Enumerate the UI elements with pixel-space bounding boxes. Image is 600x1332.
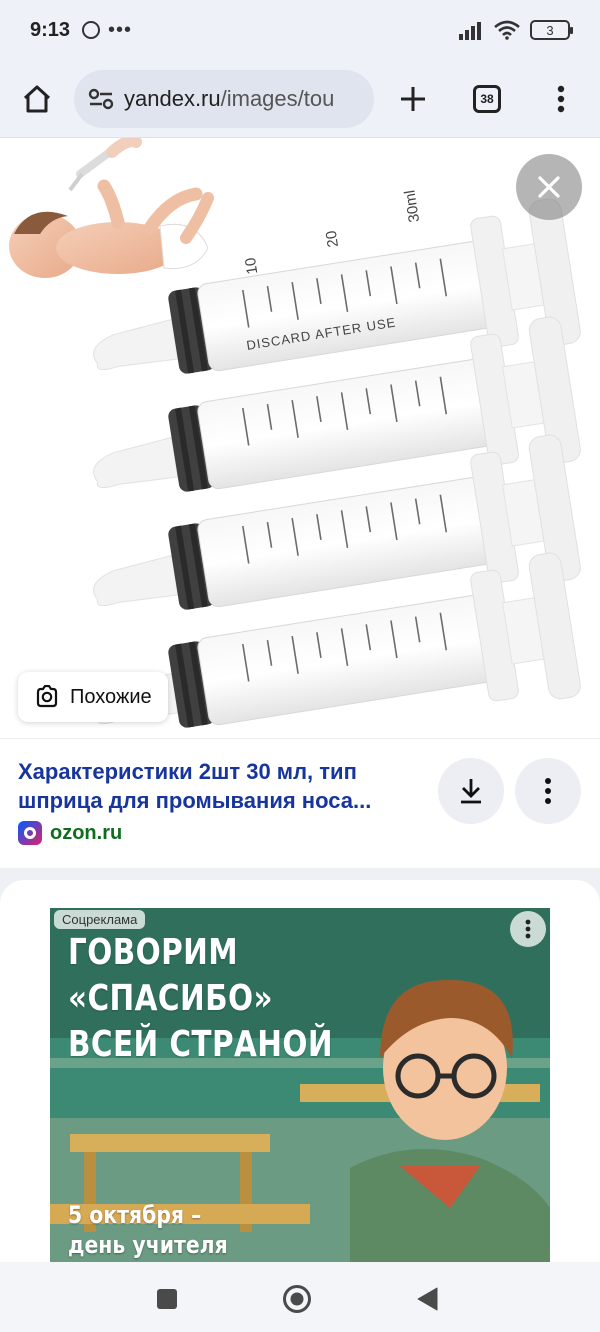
syringe-mark-30: 30ml (401, 189, 423, 224)
status-right: 3 (458, 20, 573, 40)
wifi-icon (494, 20, 520, 40)
close-icon (538, 176, 560, 198)
home-button[interactable] (12, 74, 62, 124)
kebab-menu-icon (525, 919, 531, 939)
address-bar[interactable]: yandex.ru/images/tou (74, 69, 374, 128)
social-ad-badge: Соцреклама (54, 910, 146, 929)
status-time: 9:13 (30, 18, 71, 41)
ad-headline-line1: ГОВОРИМ «СПАСИБО» (68, 932, 274, 1019)
recents-button[interactable] (152, 1284, 182, 1314)
image-viewer[interactable]: 10 20 30ml DISCARD AFTER USE Похожие (0, 138, 600, 738)
url-host: yandex.ru (124, 85, 221, 111)
browser-toolbar: yandex.ru/images/tou 38 (0, 60, 600, 138)
status-bar: 9:13 ••• 3 (0, 0, 600, 60)
url-text: yandex.ru/images/tou (124, 86, 334, 112)
ad-headline: ГОВОРИМ «СПАСИБО» ВСЕЙ СТРАНОЙ (68, 930, 453, 1068)
similar-images-label: Похожие (70, 685, 152, 708)
tune-icon[interactable] (88, 88, 114, 110)
close-viewer-button[interactable] (516, 154, 582, 220)
product-image: 10 20 30ml DISCARD AFTER USE (9, 138, 581, 728)
similar-images-button[interactable]: Похожие (18, 672, 168, 722)
more-notifications-icon: ••• (108, 18, 133, 41)
ad-more-button[interactable] (510, 911, 546, 947)
syringe-mark-20: 20 (323, 229, 342, 248)
lens-search-icon (36, 685, 58, 708)
battery-icon: 3 (530, 20, 573, 40)
home-nav-button[interactable] (282, 1284, 312, 1314)
back-button[interactable] (412, 1284, 442, 1314)
result-info-panel: Характеристики 2шт 30 мл, тип шприца для… (0, 738, 600, 868)
result-more-button[interactable] (515, 758, 581, 824)
result-title-link[interactable]: Характеристики 2шт 30 мл, тип шприца для… (18, 757, 418, 815)
signal-icon (459, 22, 481, 40)
do-not-disturb-icon (82, 21, 101, 39)
download-icon (461, 779, 481, 804)
battery-level: 3 (546, 22, 554, 38)
ozon-logo-icon (18, 821, 42, 845)
screen: 9:13 ••• 3 yandex.ru/images/tou 38 10 20… (0, 0, 600, 1332)
ad-date-line2: день учителя (68, 1231, 228, 1259)
ad-date-line1: 5 октября – (68, 1201, 202, 1229)
triangle-back-icon (417, 1287, 438, 1311)
tabs-count: 38 (473, 84, 501, 113)
ad-headline-line2: ВСЕЙ СТРАНОЙ (68, 1024, 334, 1065)
kebab-menu-icon (545, 778, 551, 804)
result-source[interactable]: ozon.ru (18, 821, 122, 845)
home-icon (23, 85, 51, 112)
system-navigation-bar (0, 1262, 600, 1332)
result-source-domain[interactable]: ozon.ru (50, 822, 122, 845)
kebab-menu-icon (557, 85, 565, 112)
browser-menu-button[interactable] (536, 74, 586, 124)
url-path: /images/tou (220, 85, 335, 111)
syringe-mark-10: 10 (242, 256, 261, 275)
baby-illustration (9, 138, 214, 278)
square-icon (157, 1289, 177, 1309)
new-tab-button[interactable] (388, 74, 438, 124)
tab-switcher-button[interactable]: 38 (462, 74, 512, 124)
plus-icon (401, 86, 425, 111)
ad-date: 5 октября – день учителя (68, 1200, 228, 1260)
download-button[interactable] (438, 758, 504, 824)
circle-icon (283, 1285, 311, 1313)
